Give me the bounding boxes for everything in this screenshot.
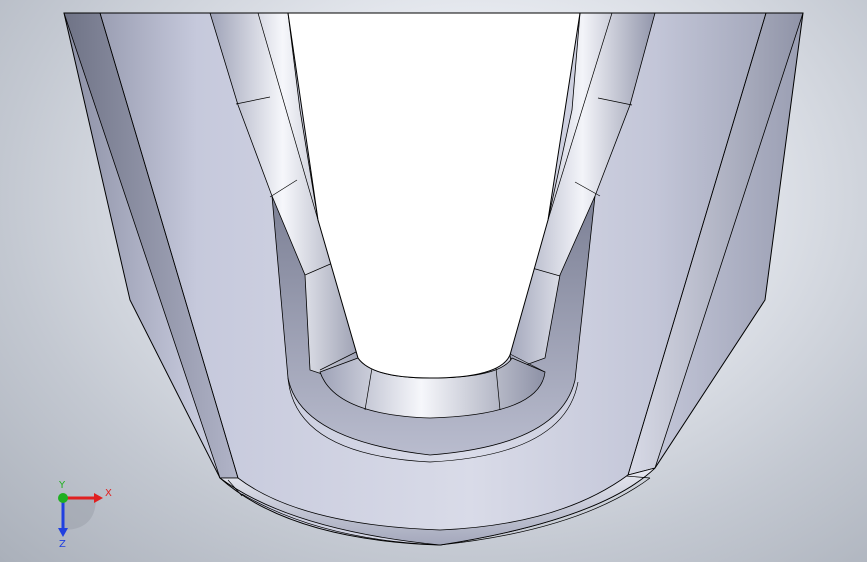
x-axis-arrow [94,493,103,503]
z-axis-arrow [58,528,68,537]
y-axis-origin [58,493,68,503]
z-axis-label: Z [59,539,66,548]
coordinate-triad: X Y Z [58,480,112,548]
triad-shadow [63,498,96,530]
graphics-viewport[interactable] [0,0,867,562]
x-axis-label: X [105,488,112,499]
y-axis-label: Y [58,480,66,491]
